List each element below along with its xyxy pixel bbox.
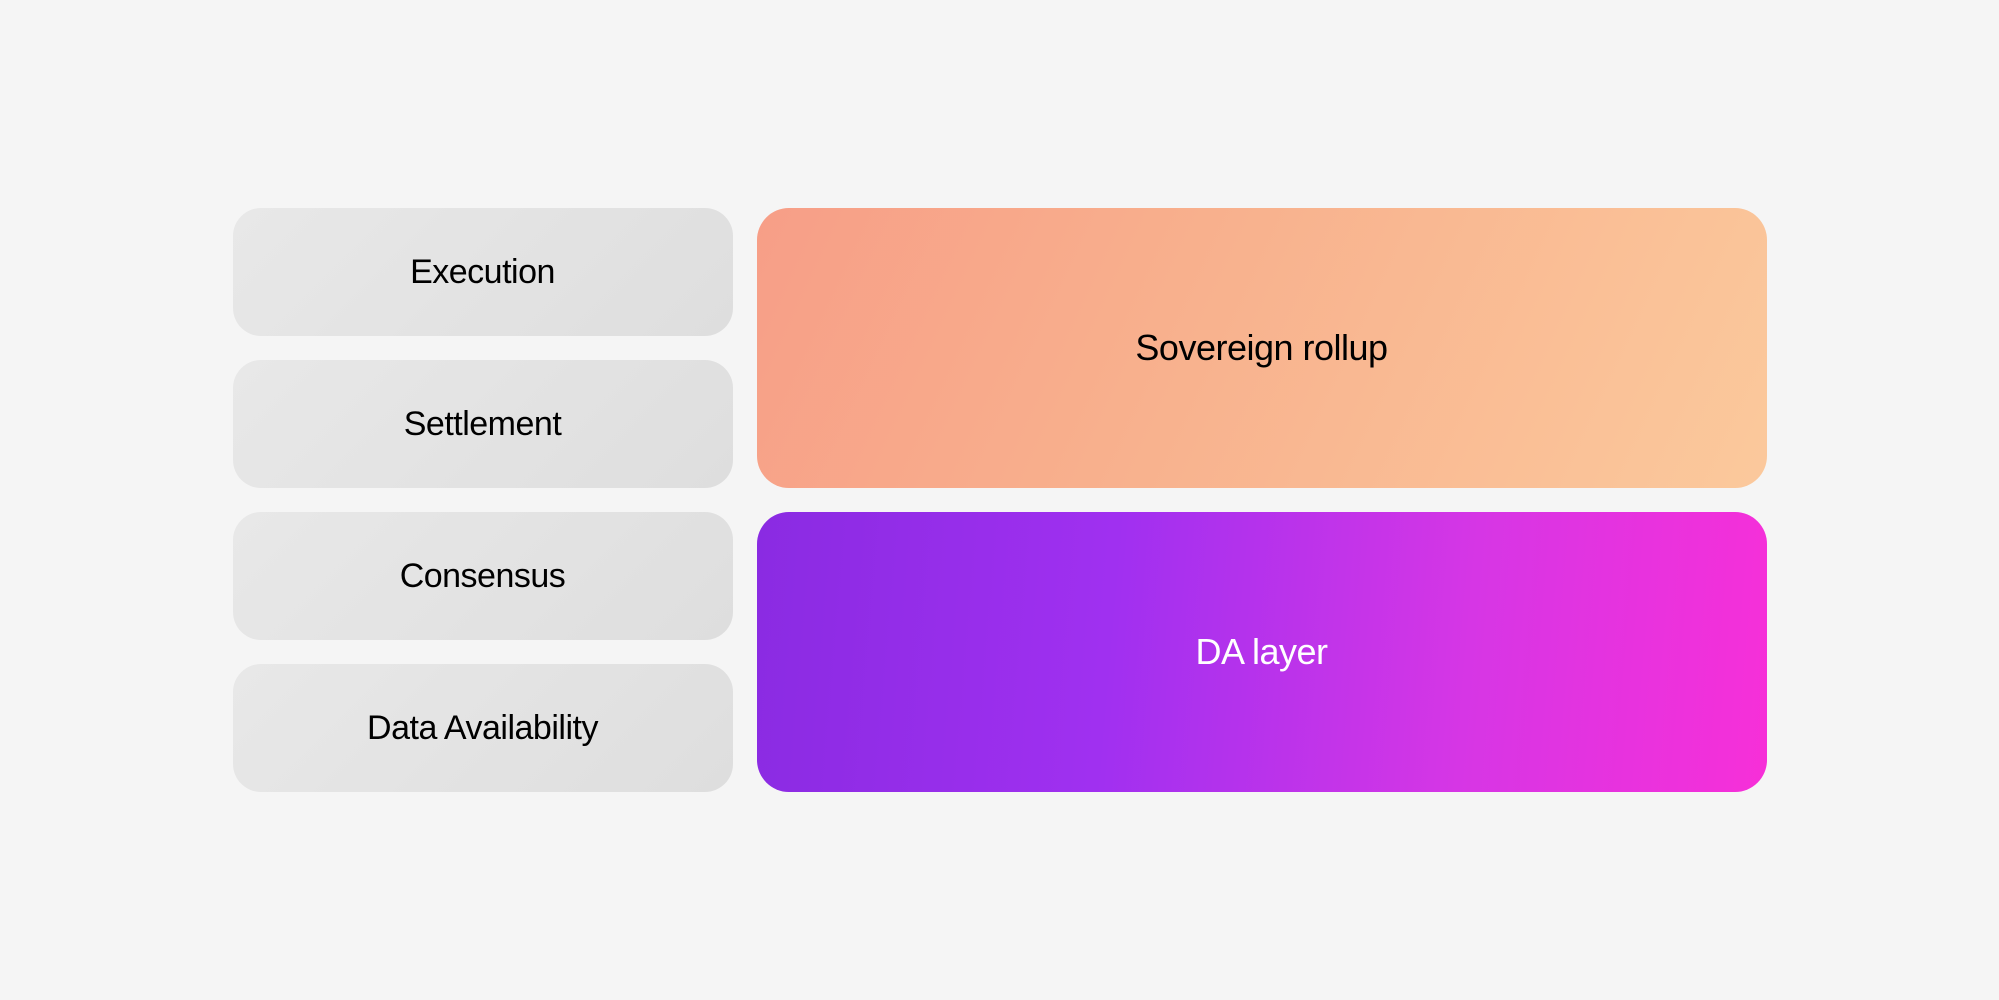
da-layer-text: DA layer (1195, 631, 1327, 673)
settlement-layer-label: Settlement (233, 360, 733, 488)
data-availability-layer-label: Data Availability (233, 664, 733, 792)
sovereign-rollup-block: Sovereign rollup (757, 208, 1767, 488)
da-layer-block: DA layer (757, 512, 1767, 792)
data-availability-text: Data Availability (367, 709, 598, 748)
consensus-text: Consensus (400, 557, 566, 596)
settlement-text: Settlement (404, 405, 562, 444)
layer-implementation-column: Sovereign rollup DA layer (757, 208, 1767, 792)
consensus-layer-label: Consensus (233, 512, 733, 640)
architecture-diagram: Execution Settlement Consensus Data Avai… (233, 208, 1767, 792)
execution-text: Execution (410, 253, 555, 292)
sovereign-rollup-text: Sovereign rollup (1135, 327, 1387, 369)
layer-labels-column: Execution Settlement Consensus Data Avai… (233, 208, 733, 792)
execution-layer-label: Execution (233, 208, 733, 336)
